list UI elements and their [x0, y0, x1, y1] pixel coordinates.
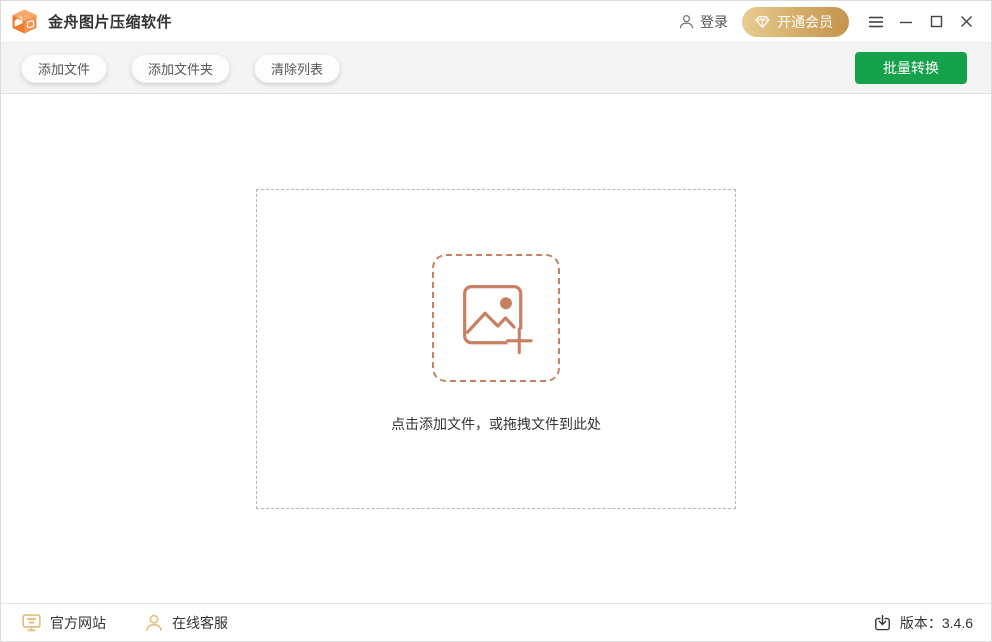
clear-list-button[interactable]: 清除列表	[254, 53, 341, 83]
vip-button[interactable]: 开通会员	[742, 6, 849, 37]
version-info: 版本：3.4.6	[873, 613, 973, 633]
menu-icon[interactable]	[861, 7, 891, 37]
main-area: 点击添加文件，或拖拽文件到此处	[1, 94, 991, 603]
minimize-icon[interactable]	[891, 7, 921, 37]
app-logo-icon	[11, 8, 38, 35]
login-button[interactable]: 登录	[678, 12, 728, 32]
diamond-icon	[754, 13, 771, 30]
batch-convert-button[interactable]: 批量转换	[855, 52, 967, 84]
official-site-label: 官方网站	[50, 614, 106, 631]
title-bar: 金舟图片压缩软件 登录 开通会员	[1, 1, 991, 42]
titlebar-right: 登录 开通会员	[678, 6, 981, 37]
dropzone-hint: 点击添加文件，或拖拽文件到此处	[391, 415, 601, 432]
close-icon[interactable]	[951, 7, 981, 37]
online-support-label: 在线客服	[172, 614, 228, 631]
file-dropzone[interactable]: 点击添加文件，或拖拽文件到此处	[256, 188, 736, 509]
monitor-icon	[21, 612, 42, 633]
image-add-icon	[458, 280, 534, 356]
online-support-link[interactable]: 在线客服	[144, 613, 228, 633]
login-label: 登录	[700, 13, 728, 30]
window-controls	[861, 7, 981, 37]
add-file-button[interactable]: 添加文件	[21, 53, 108, 83]
maximize-icon[interactable]	[921, 7, 951, 37]
download-icon	[873, 613, 892, 632]
app-window: 金舟图片压缩软件 登录 开通会员 添加文件 添加文件夹 清除列表 批量转换 点击…	[0, 0, 992, 642]
add-image-tile[interactable]	[432, 253, 560, 382]
user-icon	[678, 13, 695, 30]
version-label: 版本：3.4.6	[899, 614, 973, 631]
add-folder-button[interactable]: 添加文件夹	[131, 53, 231, 83]
toolbar: 添加文件 添加文件夹 清除列表 批量转换	[1, 42, 991, 94]
official-site-link[interactable]: 官方网站	[21, 612, 106, 633]
vip-label: 开通会员	[777, 13, 833, 30]
app-title: 金舟图片压缩软件	[48, 14, 173, 31]
support-user-icon	[144, 613, 164, 633]
footer-bar: 官方网站 在线客服 版本：3.4.6	[1, 603, 991, 641]
